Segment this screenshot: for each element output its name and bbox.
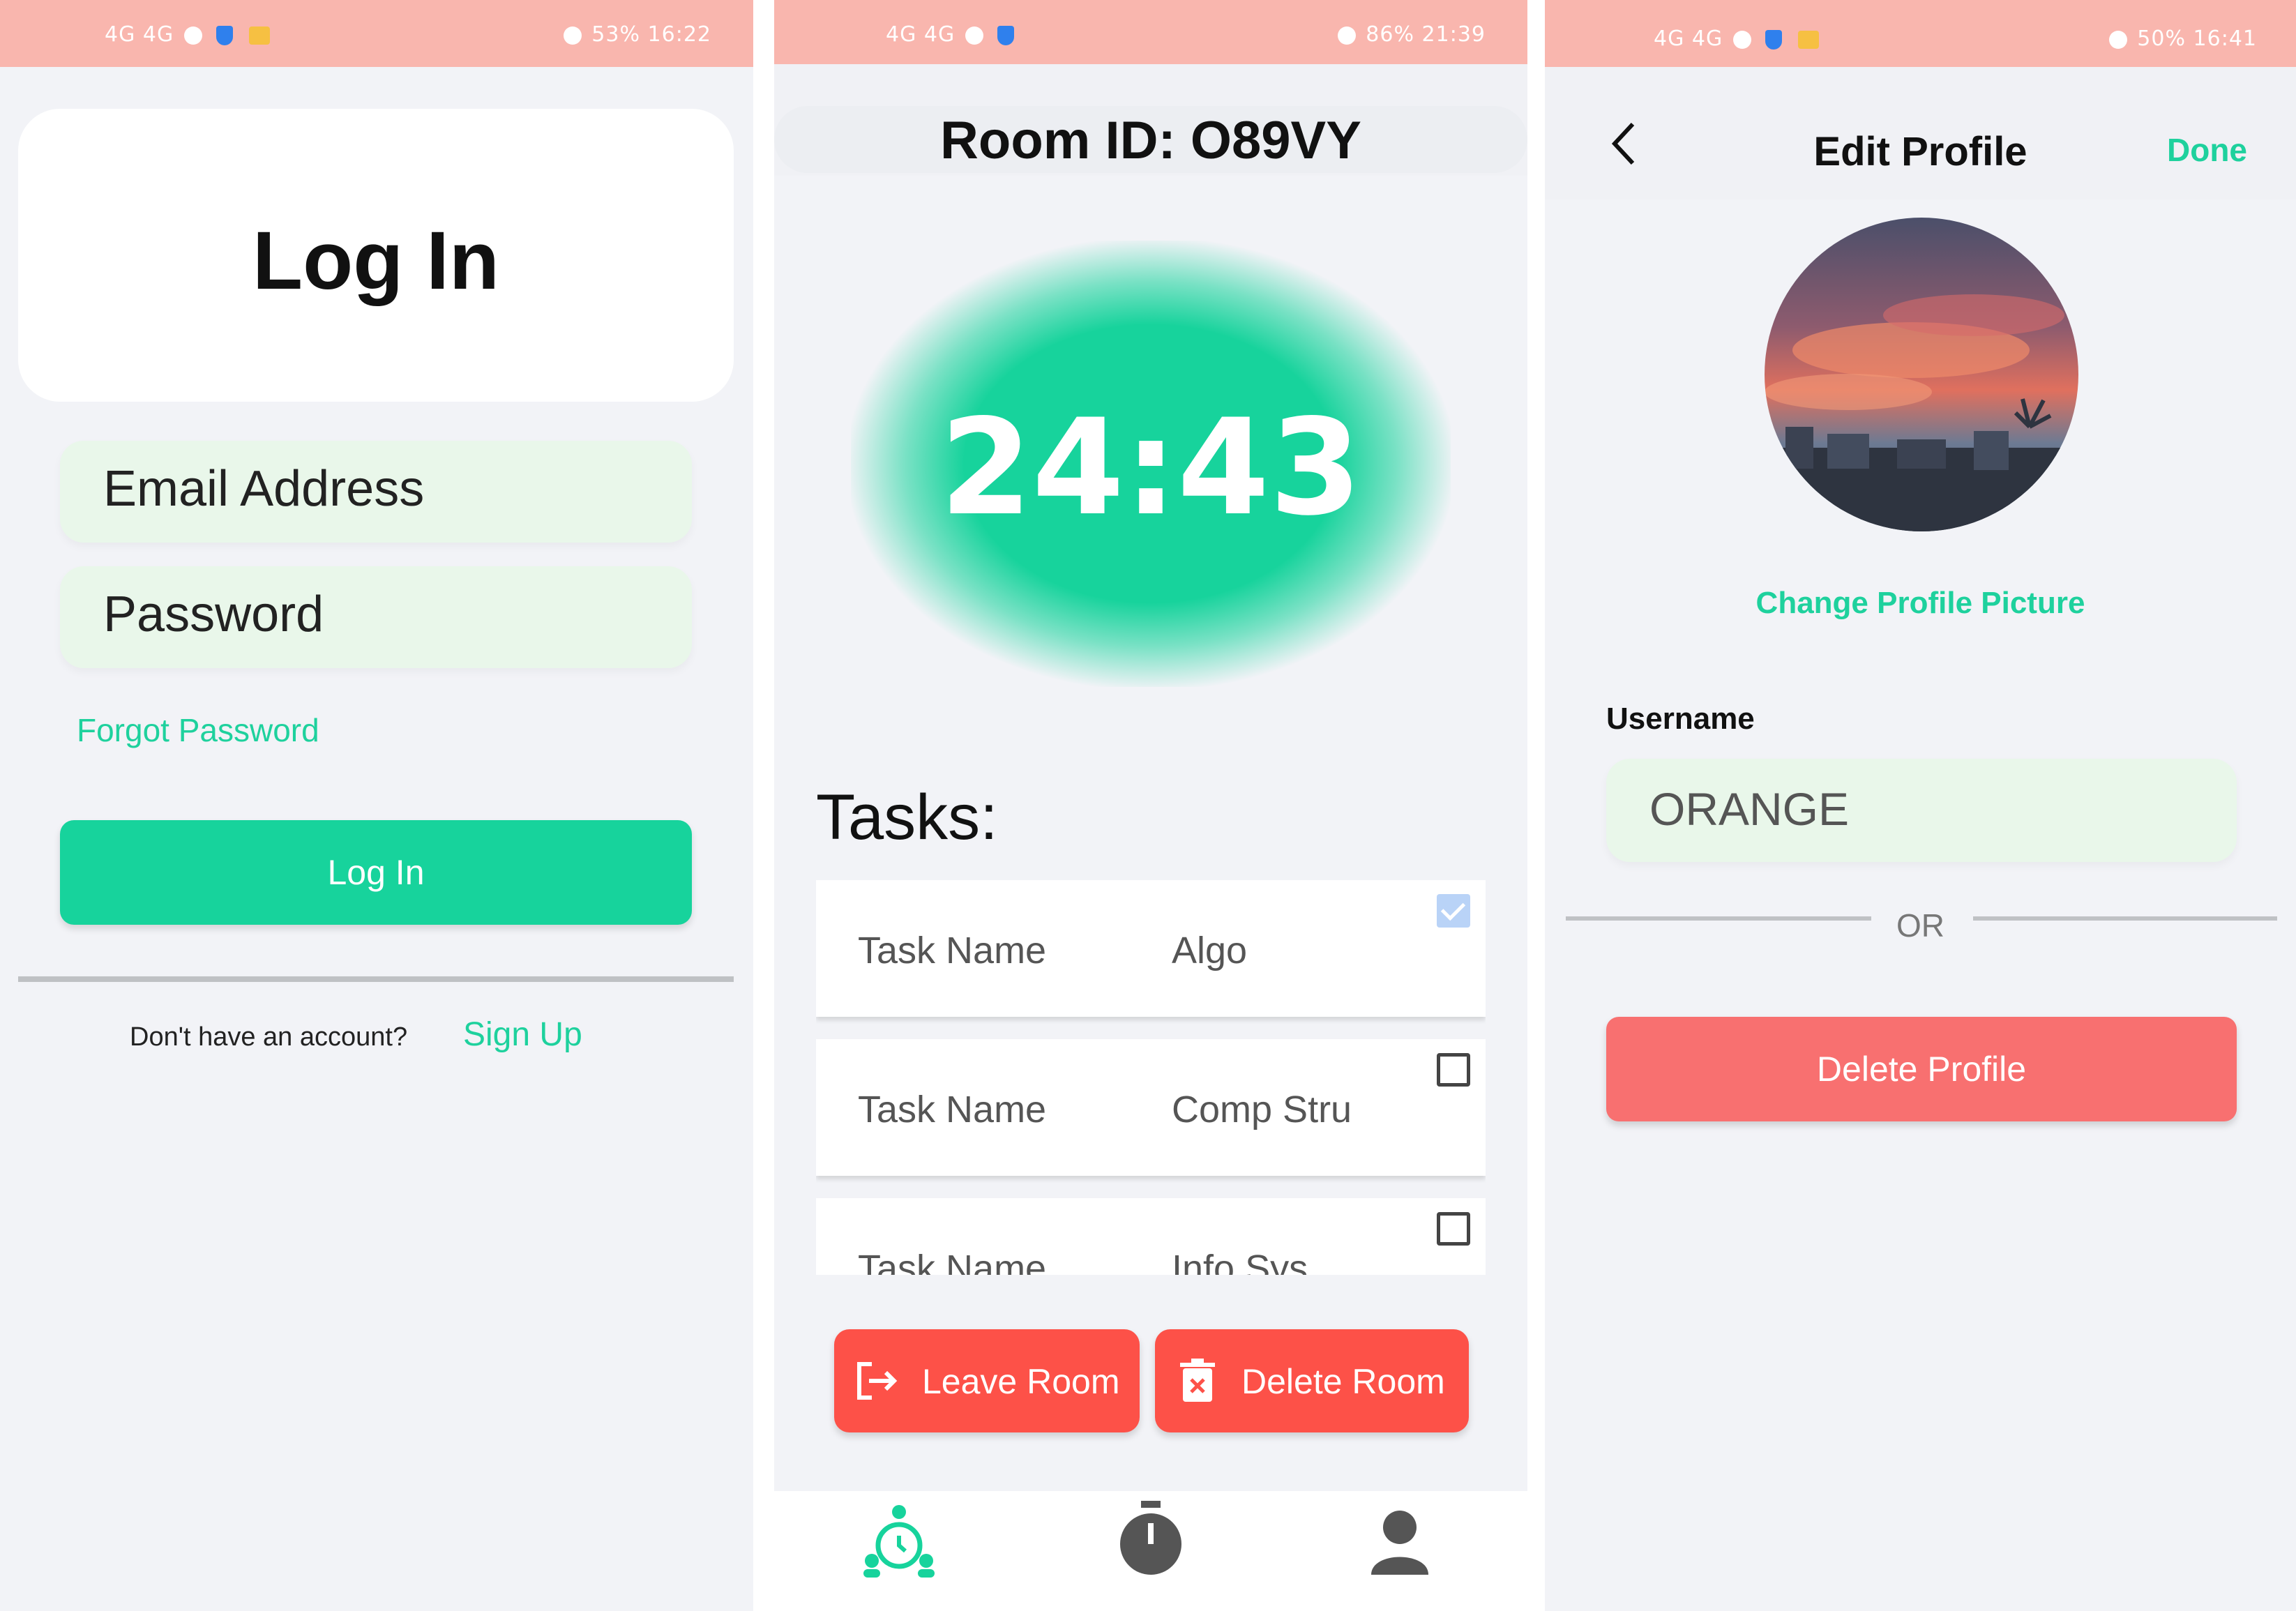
signal-text: 4G 4G	[105, 22, 174, 47]
profile-icon[interactable]	[1368, 1508, 1431, 1575]
stopwatch-icon[interactable]	[1116, 1501, 1186, 1579]
task-label: Task Name	[858, 1089, 1047, 1130]
task-value: Algo	[1172, 930, 1248, 971]
task-checkbox[interactable]	[1437, 1212, 1470, 1246]
shield-icon	[216, 25, 234, 45]
tasks-heading: Tasks:	[816, 782, 998, 853]
exit-icon	[857, 1362, 898, 1400]
delete-room-label: Delete Room	[1241, 1362, 1445, 1401]
time-text: 21:39	[1421, 22, 1486, 47]
bottom-nav	[774, 1491, 1527, 1611]
time-text: 16:22	[647, 22, 711, 47]
signal-indicators: 4G 4G	[1654, 27, 1823, 51]
task-checkbox[interactable]	[1437, 894, 1470, 928]
task-label: Task Name	[858, 1248, 1047, 1275]
group-timer-icon[interactable]	[861, 1502, 937, 1579]
task-row[interactable]: Task Name Info Sys	[816, 1198, 1486, 1275]
mail-icon	[1797, 30, 1819, 49]
leave-room-button[interactable]: Leave Room	[834, 1329, 1140, 1432]
task-value: Info Sys	[1172, 1248, 1308, 1275]
signal-text: 4G 4G	[1654, 27, 1723, 51]
timer-display: 24:43	[939, 391, 1362, 545]
task-row[interactable]: Task Name Algo	[816, 880, 1486, 1017]
change-profile-picture-link[interactable]: Change Profile Picture	[1545, 586, 2296, 621]
wifi-icon	[1732, 30, 1751, 49]
sunset-photo	[1765, 218, 2078, 531]
login-button[interactable]: Log In	[60, 820, 692, 925]
shield-icon	[997, 25, 1015, 45]
login-title-card: Log In	[18, 109, 734, 402]
username-label: Username	[1606, 702, 1755, 736]
room-header: Room ID: O89VY	[774, 64, 1527, 176]
shield-icon	[1765, 29, 1783, 50]
signal-indicators: 4G 4G	[105, 22, 274, 47]
status-bar: 4G 4G 50% 16:41	[1545, 0, 2296, 70]
username-value: ORANGE	[1649, 783, 1850, 835]
no-account-text: Don't have an account?	[130, 1022, 408, 1052]
delete-room-button[interactable]: Delete Room	[1155, 1329, 1469, 1432]
email-placeholder: Email Address	[103, 461, 425, 517]
or-text: OR	[1896, 907, 1944, 944]
status-bar: 4G 4G 86% 21:39	[774, 0, 1527, 67]
username-field[interactable]: ORANGE	[1606, 759, 2237, 862]
alarm-icon	[563, 26, 582, 45]
or-divider-right	[1973, 916, 2277, 921]
leave-room-label: Leave Room	[922, 1362, 1120, 1401]
login-screen: 4G 4G 53% 16:22 Log In Email Address Pas…	[0, 0, 753, 1611]
trash-icon	[1180, 1359, 1215, 1402]
status-bar: 4G 4G 53% 16:22	[0, 0, 753, 67]
alarm-icon	[2108, 30, 2127, 49]
task-value: Comp Stru	[1172, 1089, 1352, 1130]
room-id: Room ID: O89VY	[940, 111, 1361, 170]
divider	[18, 976, 734, 982]
signal-text: 4G 4G	[886, 22, 956, 47]
password-field[interactable]: Password	[60, 566, 692, 668]
forgot-password-link[interactable]: Forgot Password	[77, 711, 319, 749]
done-button[interactable]: Done	[2167, 131, 2247, 169]
task-label: Task Name	[858, 930, 1047, 971]
battery-text: 53%	[591, 22, 640, 47]
status-right: 50% 16:41	[2106, 27, 2257, 51]
mail-icon	[248, 26, 270, 45]
alarm-icon	[1337, 26, 1356, 45]
sign-up-link[interactable]: Sign Up	[463, 1015, 582, 1054]
status-right: 53% 16:22	[561, 22, 711, 47]
email-field[interactable]: Email Address	[60, 441, 692, 543]
room-screen: 4G 4G 86% 21:39 Room ID: O89VY 24:43 Tas…	[774, 0, 1527, 1611]
edit-profile-screen: 4G 4G 50% 16:41 Edit Profile Done Change…	[1545, 0, 2296, 1611]
time-text: 16:41	[2193, 27, 2257, 51]
password-placeholder: Password	[103, 587, 324, 642]
wifi-icon	[183, 26, 202, 45]
battery-text: 86%	[1366, 22, 1414, 47]
task-row[interactable]: Task Name Comp Stru	[816, 1039, 1486, 1176]
edit-profile-header: Edit Profile Done	[1545, 67, 2296, 199]
avatar[interactable]	[1765, 218, 2078, 531]
delete-profile-button[interactable]: Delete Profile	[1606, 1017, 2237, 1121]
task-checkbox[interactable]	[1437, 1053, 1470, 1087]
battery-text: 50%	[2137, 27, 2186, 51]
task-list[interactable]: Task Name Algo Task Name Comp Stru Task …	[816, 880, 1486, 1275]
wifi-icon	[965, 26, 983, 45]
signal-indicators: 4G 4G	[886, 22, 1018, 47]
status-right: 86% 21:39	[1335, 22, 1486, 47]
page-title: Log In	[252, 215, 499, 307]
